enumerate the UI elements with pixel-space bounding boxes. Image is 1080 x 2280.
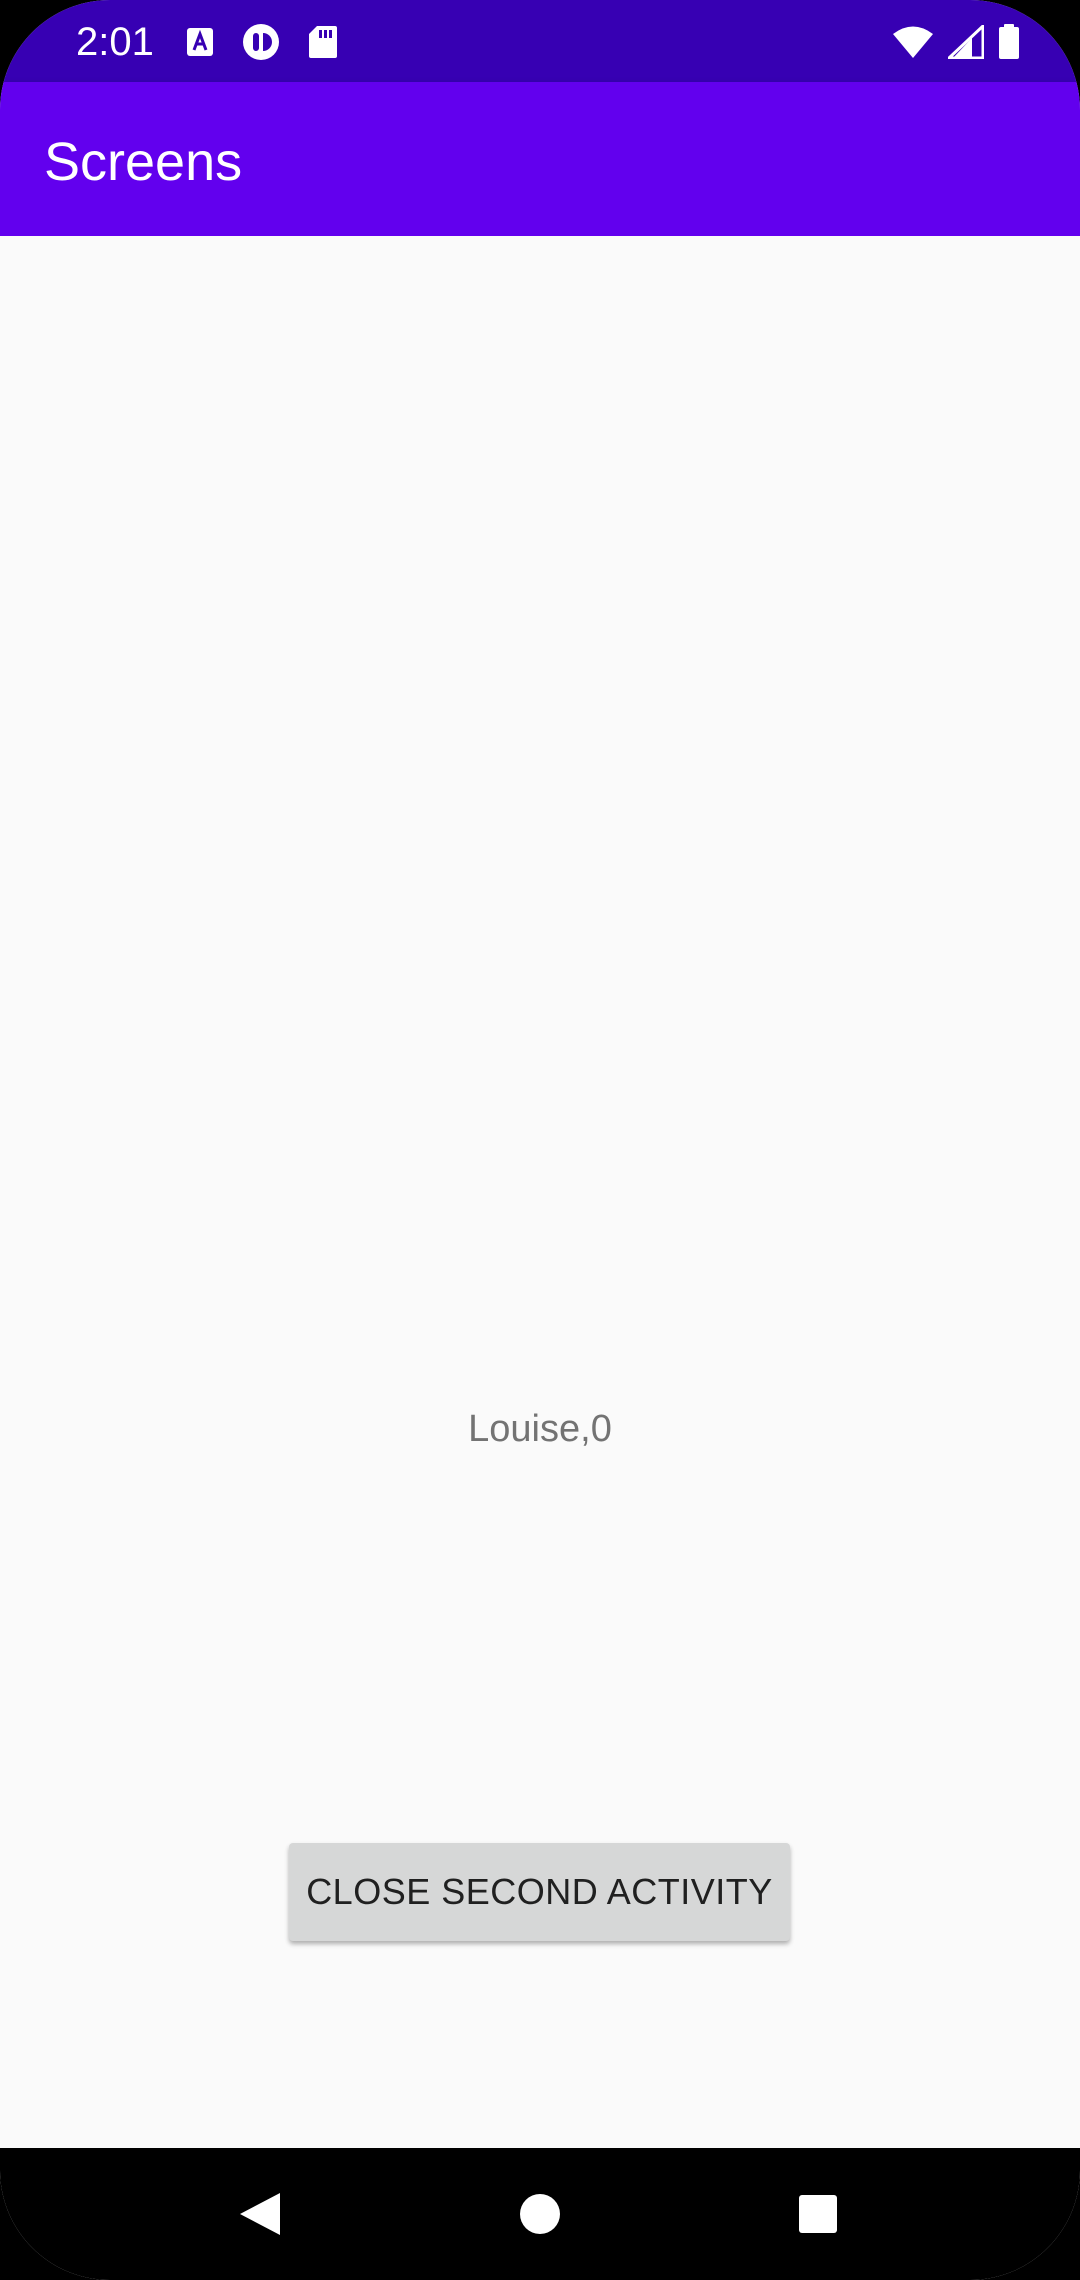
received-value-text: Louise,0 <box>468 1408 612 1450</box>
app-badge-icon <box>242 23 280 61</box>
status-notification-icons <box>186 22 338 62</box>
home-button[interactable] <box>488 2162 592 2266</box>
battery-icon <box>998 24 1020 60</box>
status-system-icons <box>892 22 1020 62</box>
recents-button[interactable] <box>766 2162 870 2266</box>
status-bar: 2:01 <box>0 0 1080 82</box>
close-second-activity-button[interactable]: CLOSE SECOND ACTIVITY <box>289 1843 790 1941</box>
sd-card-icon <box>308 25 338 59</box>
keyboard-a-icon <box>186 27 214 57</box>
recents-icon <box>798 2194 838 2234</box>
app-bar: Screens <box>0 82 1080 236</box>
main-content: Louise,0 CLOSE SECOND ACTIVITY <box>0 236 1080 2148</box>
wifi-icon <box>892 25 934 59</box>
navigation-bar <box>0 2148 1080 2280</box>
phone-screen: 2:01 Screens Louise,0 CLOSE SECOND ACTIV… <box>0 0 1080 2280</box>
status-time: 2:01 <box>76 20 154 64</box>
app-title: Screens <box>44 132 243 192</box>
back-button[interactable] <box>208 2162 312 2266</box>
home-icon <box>519 2193 561 2235</box>
back-icon <box>238 2191 282 2237</box>
signal-icon <box>948 25 984 59</box>
